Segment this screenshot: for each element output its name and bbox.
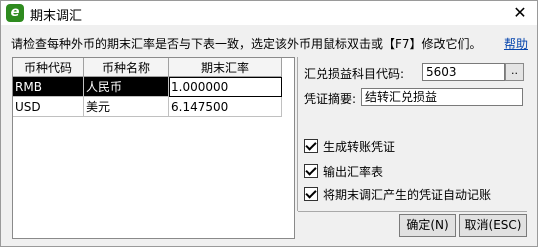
app-icon: e — [6, 4, 24, 22]
table-header-row: 币种代码 币种名称 期末汇率 — [13, 58, 282, 77]
cell-code[interactable]: USD — [13, 96, 84, 117]
cell-name[interactable]: 美元 — [83, 96, 169, 117]
checkbox-label: 生成转账凭证 — [323, 140, 396, 154]
checkbox-label: 输出汇率表 — [323, 165, 384, 179]
checkbox-checked[interactable] — [304, 187, 318, 201]
dialog-window: e 期末调汇 ✕ 请检查每种外币的期末汇率是否与下表一致，选定该外币用鼠标双击或… — [0, 0, 538, 247]
instruction-text: 请检查每种外币的期末汇率是否与下表一致，选定该外币用鼠标双击或【F7】修改它们。 — [11, 37, 482, 51]
cell-name[interactable]: 人民币 — [83, 76, 169, 97]
title-bar: e 期末调汇 ✕ — [1, 1, 537, 25]
column-header-rate[interactable]: 期末汇率 — [168, 58, 282, 77]
account-code-input[interactable]: 5603 — [422, 63, 505, 81]
checkbox-label: 将期末调汇产生的凭证自动记账 — [323, 188, 492, 202]
window-title: 期末调汇 — [30, 9, 83, 24]
checkbox-checked[interactable] — [304, 164, 318, 178]
summary-label: 凭证摘要: — [304, 92, 357, 106]
ok-button[interactable]: 确定(N) — [399, 214, 456, 237]
help-link[interactable]: 帮助 — [504, 35, 528, 52]
cell-code[interactable]: RMB — [13, 76, 84, 97]
divider — [298, 211, 527, 212]
currency-rate-table[interactable]: 币种代码 币种名称 期末汇率 RMB 人民币 1.000000 USD 美元 6… — [12, 57, 295, 239]
account-code-label: 汇兑损益科目代码: — [304, 67, 405, 81]
cancel-button[interactable]: 取消(ESC) — [459, 214, 527, 237]
summary-input[interactable]: 结转汇兑损益 — [361, 88, 523, 106]
column-header-code[interactable]: 币种代码 — [13, 58, 84, 77]
cell-rate[interactable]: 6.147500 — [168, 96, 282, 117]
checkbox-checked[interactable] — [304, 139, 318, 153]
column-header-name[interactable]: 币种名称 — [83, 58, 169, 77]
divider — [297, 57, 298, 211]
browse-button[interactable]: .. — [505, 63, 524, 81]
table-row[interactable]: RMB 人民币 1.000000 — [13, 76, 282, 97]
close-icon[interactable]: ✕ — [509, 3, 531, 23]
cell-rate[interactable]: 1.000000 — [168, 76, 282, 97]
table-row[interactable]: USD 美元 6.147500 — [13, 96, 282, 117]
